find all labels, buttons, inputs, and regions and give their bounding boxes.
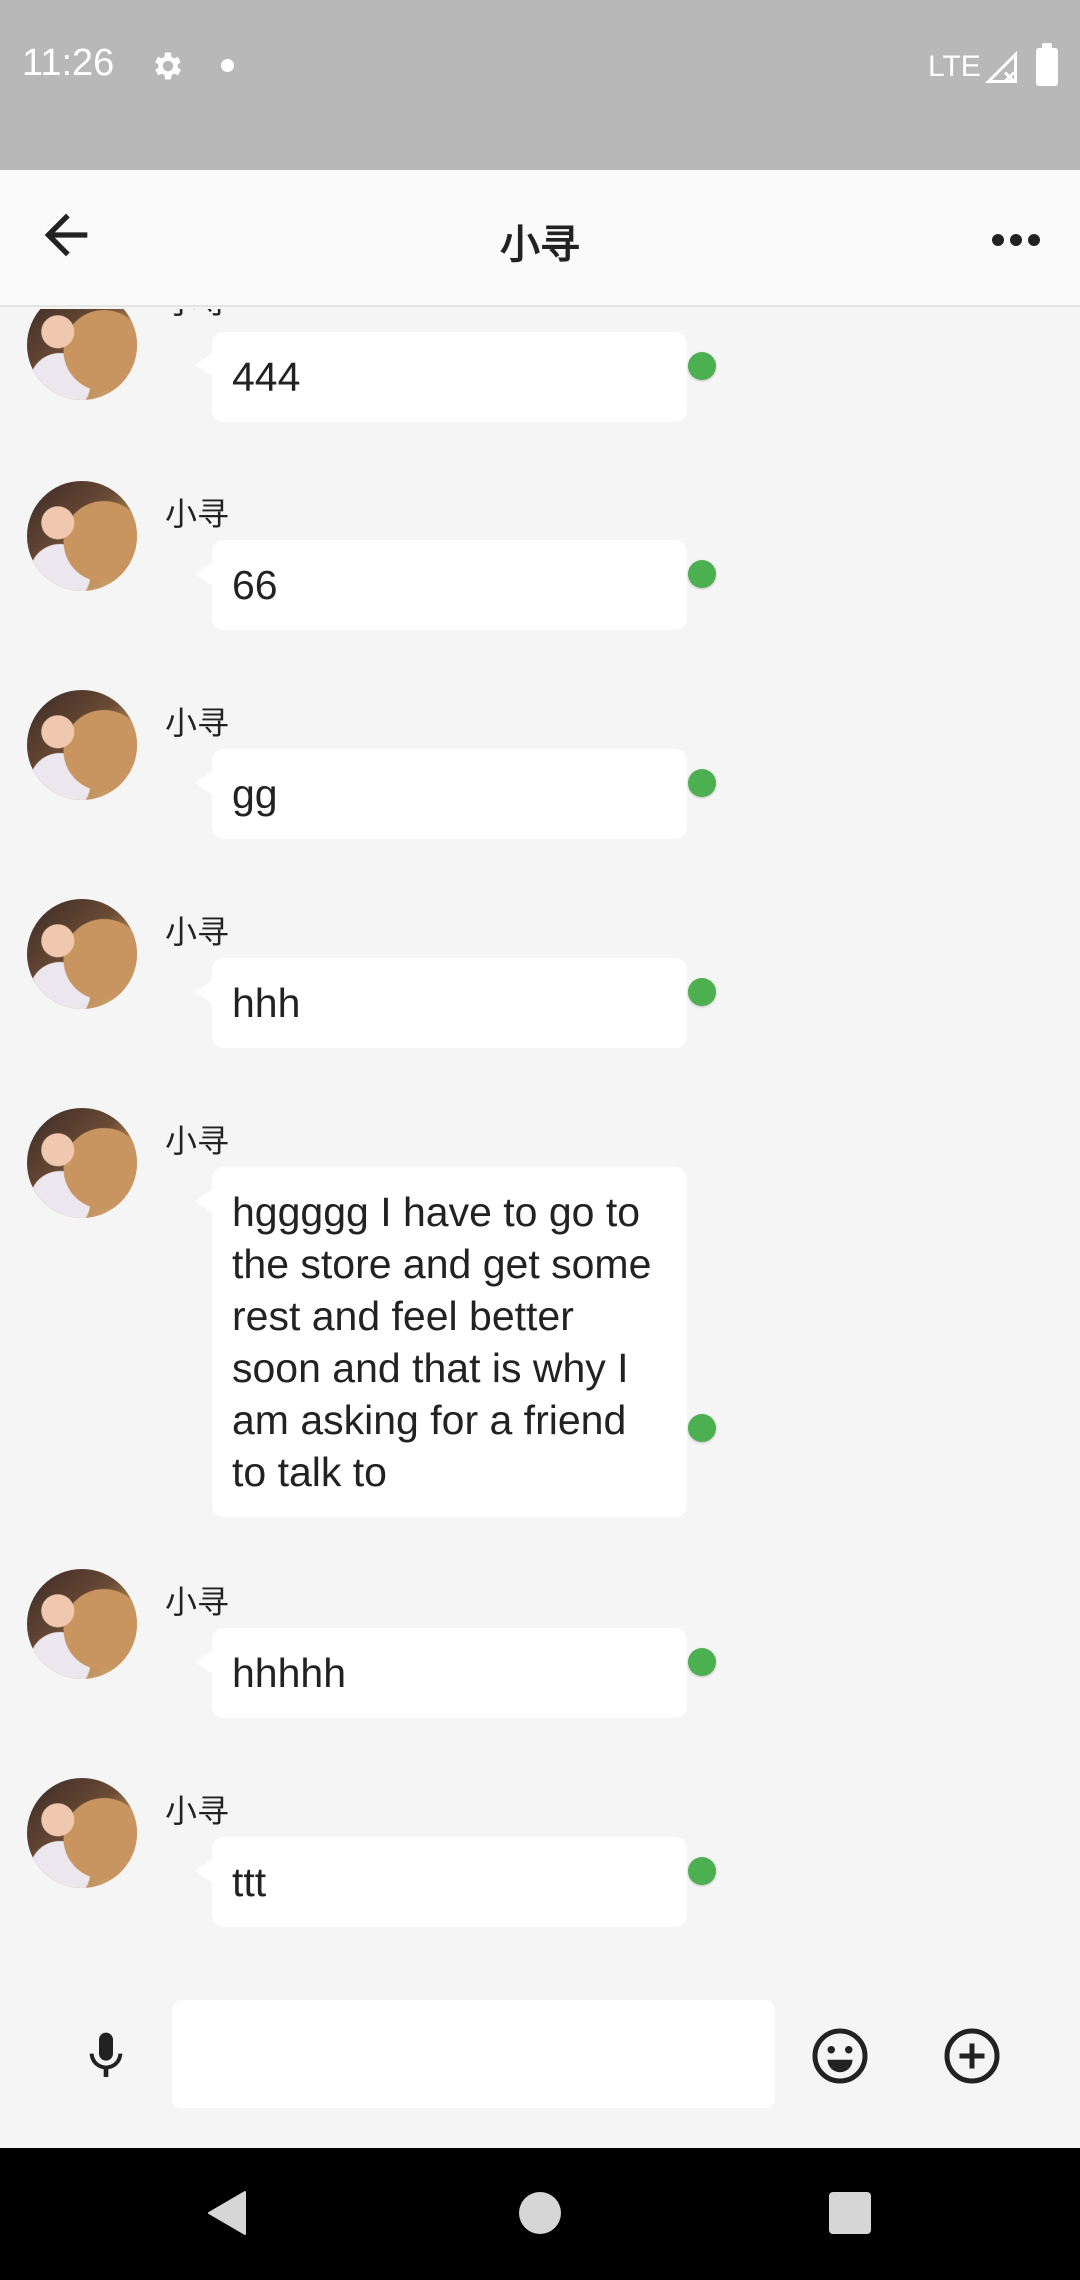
input-bar bbox=[0, 1974, 1080, 2148]
app-bar: 小寻 bbox=[0, 170, 1080, 307]
message-bubble[interactable]: ttt bbox=[212, 1837, 687, 1927]
bubble-tail bbox=[195, 562, 213, 586]
avatar[interactable] bbox=[27, 1569, 137, 1679]
sender-name: 小寻 bbox=[165, 495, 230, 533]
more-dot-icon bbox=[992, 234, 1004, 246]
bubble-tail bbox=[195, 1859, 213, 1883]
message-status-indicator bbox=[688, 1414, 716, 1442]
page-title: 小寻 bbox=[500, 222, 580, 268]
sender-name: 小寻 bbox=[165, 704, 230, 742]
avatar[interactable] bbox=[27, 899, 137, 1009]
message-bubble[interactable]: gg bbox=[212, 749, 687, 839]
sender-name: 小寻 bbox=[165, 1583, 230, 1621]
emoji-icon[interactable] bbox=[810, 2026, 870, 2086]
mic-icon[interactable] bbox=[78, 2024, 134, 2088]
sender-name: 小寻 bbox=[165, 1122, 230, 1160]
bubble-tail bbox=[195, 771, 213, 795]
message-list[interactable]: 小寻 444 小寻 66 小寻 gg 小寻 hhh 小寻 hggggg I ha… bbox=[0, 309, 1080, 1974]
message-status-indicator bbox=[688, 978, 716, 1006]
message-status-indicator bbox=[688, 1648, 716, 1676]
battery-icon bbox=[1036, 43, 1058, 86]
message-bubble[interactable]: hggggg I have to go to the store and get… bbox=[212, 1167, 687, 1517]
status-bar: 11:26 LTE bbox=[0, 0, 1080, 170]
status-time: 11:26 bbox=[22, 42, 115, 84]
avatar[interactable] bbox=[27, 1778, 137, 1888]
message-bubble[interactable]: 66 bbox=[212, 540, 687, 630]
bubble-tail bbox=[195, 1189, 213, 1213]
bubble-tail bbox=[195, 353, 213, 377]
message-status-indicator bbox=[688, 560, 716, 588]
gear-icon bbox=[155, 52, 181, 80]
avatar[interactable] bbox=[27, 309, 137, 400]
more-button[interactable] bbox=[984, 210, 1048, 266]
message-bubble[interactable]: hhh bbox=[212, 958, 687, 1048]
message-status-indicator bbox=[688, 1857, 716, 1885]
message-status-indicator bbox=[688, 352, 716, 380]
sender-name: 小寻 bbox=[165, 1792, 230, 1830]
nav-back-icon[interactable] bbox=[205, 2190, 247, 2236]
nav-recents-icon[interactable] bbox=[829, 2192, 871, 2234]
avatar[interactable] bbox=[27, 481, 137, 591]
bubble-tail bbox=[195, 980, 213, 1004]
system-nav-bar bbox=[0, 2148, 1080, 2280]
nav-home-icon[interactable] bbox=[519, 2192, 561, 2234]
network-label: LTE bbox=[928, 50, 981, 83]
more-dot-icon bbox=[1028, 234, 1040, 246]
sender-name: 小寻 bbox=[165, 913, 230, 951]
message-bubble[interactable]: 444 bbox=[212, 332, 687, 422]
more-dot-icon bbox=[1010, 234, 1022, 246]
message-input[interactable] bbox=[172, 2000, 775, 2108]
sender-name: 小寻 bbox=[165, 309, 229, 323]
signal-icon bbox=[984, 50, 1017, 83]
message-bubble[interactable]: hhhhh bbox=[212, 1628, 687, 1718]
message-status-indicator bbox=[688, 769, 716, 797]
avatar[interactable] bbox=[27, 1108, 137, 1218]
bubble-tail bbox=[195, 1650, 213, 1674]
notification-dot-icon bbox=[221, 59, 234, 72]
add-circle-icon[interactable] bbox=[942, 2026, 1002, 2086]
avatar[interactable] bbox=[27, 690, 137, 800]
